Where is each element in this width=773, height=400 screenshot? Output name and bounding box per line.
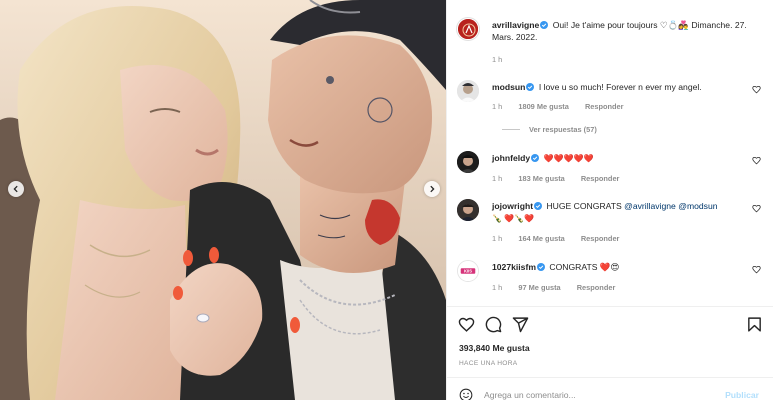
comment-age: 1 h: [492, 234, 503, 243]
comments-panel: avrillavigne Oui! Je t'aime pour toujour…: [446, 0, 773, 400]
reply-button[interactable]: Responder: [585, 102, 624, 111]
verified-badge-icon: [536, 263, 545, 271]
mention-link[interactable]: @avrillavigne: [624, 201, 676, 211]
comment-input[interactable]: Agrega un comentario...: [484, 390, 684, 400]
post-time[interactable]: HACE UNA HORA: [459, 360, 518, 367]
chevron-right-icon: [430, 185, 435, 193]
mention-link[interactable]: @modsun: [678, 201, 717, 211]
comment-like-icon[interactable]: [752, 85, 761, 94]
comment-age: 1 h: [492, 102, 503, 111]
comment-text: ❤️❤️❤️❤️❤️: [543, 154, 594, 163]
bookmark-icon[interactable]: [746, 316, 763, 333]
comment-like-icon[interactable]: [752, 204, 761, 213]
reply-button[interactable]: Responder: [581, 174, 620, 183]
post-caption: avrillavigne Oui! Je t'aime pour toujour…: [457, 16, 763, 64]
comment-age: 1 h: [492, 283, 503, 292]
verified-badge-icon: [531, 154, 540, 162]
comment-username[interactable]: jojowright: [492, 201, 533, 211]
caption-age: 1 h: [492, 55, 503, 64]
heart-icon[interactable]: [458, 316, 475, 333]
divider: [447, 306, 773, 307]
caption-username[interactable]: avrillavigne: [492, 20, 539, 30]
previous-photo-button[interactable]: [8, 181, 24, 197]
comment-composer: Agrega un comentario... Publicar: [457, 386, 763, 400]
comment-icon[interactable]: [485, 316, 502, 333]
reply-button[interactable]: Responder: [581, 234, 620, 243]
reply-button[interactable]: Responder: [577, 283, 616, 292]
comment-item: modsun I love u so much! Forever n ever …: [457, 78, 763, 148]
comment-emoji: 🍾 ❤️🍾❤️: [492, 214, 535, 223]
action-bar: [458, 316, 763, 334]
comment-likes[interactable]: 97 Me gusta: [518, 283, 560, 292]
comment-item: jojowright HUGE CONGRATS @avrillavigne @…: [457, 197, 763, 247]
comment-text: I love u so much! Forever n ever my ange…: [538, 82, 702, 92]
comment-item: KIIS 1027kiisfm CONGRATS ❤️😍 1 h 97 Me g…: [457, 258, 763, 298]
avatar-logo-icon: [458, 19, 478, 39]
avatar-photo-icon: [457, 151, 479, 173]
comment-likes[interactable]: 164 Me gusta: [518, 234, 564, 243]
comment-age: 1 h: [492, 174, 503, 183]
post-photo[interactable]: [0, 0, 446, 400]
avatar[interactable]: [457, 80, 479, 102]
couple-photo: [0, 0, 446, 400]
verified-badge-icon: [540, 21, 549, 29]
comment-like-icon[interactable]: [752, 265, 761, 274]
comment-text: CONGRATS ❤️😍: [549, 262, 620, 272]
emoji-icon[interactable]: [459, 388, 473, 400]
avatar[interactable]: [457, 18, 479, 40]
publish-button[interactable]: Publicar: [725, 390, 759, 400]
share-icon[interactable]: [512, 316, 529, 333]
comment-likes[interactable]: 183 Me gusta: [518, 174, 564, 183]
avatar[interactable]: KIIS: [457, 260, 479, 282]
verified-badge-icon: [526, 83, 535, 91]
comment-item: johnfeldy ❤️❤️❤️❤️❤️ 1 h 183 Me gusta Re…: [457, 149, 763, 189]
svg-text:KIIS: KIIS: [464, 268, 472, 273]
divider: [502, 129, 520, 130]
next-photo-button[interactable]: [424, 181, 440, 197]
likes-count[interactable]: 393,840 Me gusta: [459, 343, 530, 353]
comment-username[interactable]: johnfeldy: [492, 153, 530, 163]
avatar-logo-icon: KIIS: [458, 261, 478, 281]
comment-text: HUGE CONGRATS: [546, 201, 622, 211]
divider: [447, 377, 773, 378]
comment-username[interactable]: modsun: [492, 82, 525, 92]
verified-badge-icon: [534, 202, 543, 210]
avatar-photo-icon: [457, 199, 479, 221]
view-replies-label: Ver respuestas (57): [529, 125, 597, 134]
comment-like-icon[interactable]: [752, 156, 761, 165]
avatar[interactable]: [457, 199, 479, 221]
avatar-photo-icon: [457, 80, 479, 102]
view-replies-button[interactable]: Ver respuestas (57): [502, 125, 597, 134]
chevron-left-icon: [13, 185, 18, 193]
avatar[interactable]: [457, 151, 479, 173]
comment-likes[interactable]: 1809 Me gusta: [518, 102, 569, 111]
comment-username[interactable]: 1027kiisfm: [492, 262, 536, 272]
